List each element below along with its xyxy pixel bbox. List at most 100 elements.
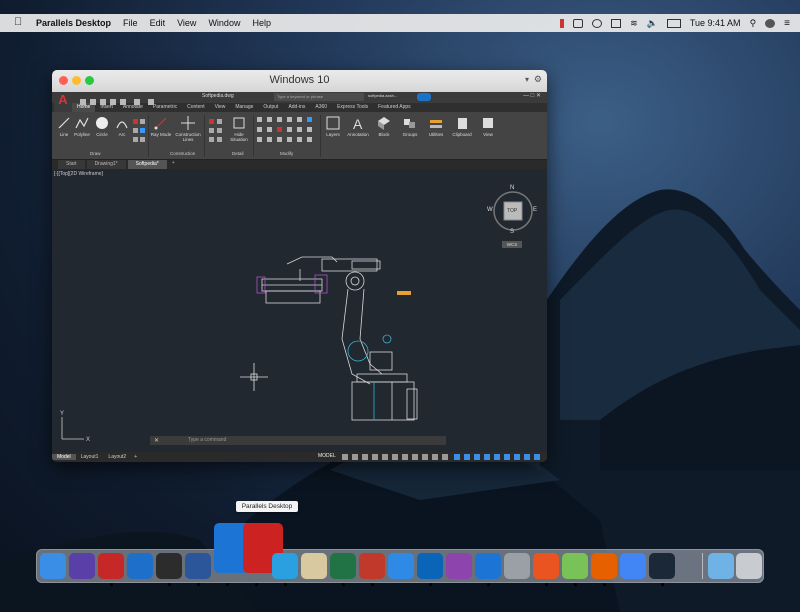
dock-running-indicator — [110, 583, 113, 586]
modify-tools-icon[interactable] — [256, 116, 318, 148]
trash-icon[interactable] — [736, 553, 762, 579]
hide-situation-button[interactable]: Hide Situation — [226, 116, 252, 142]
steam-icon[interactable] — [649, 553, 675, 579]
ribbon-tab-output[interactable]: Output — [258, 103, 283, 112]
app-name-menu[interactable]: Parallels Desktop — [36, 18, 111, 28]
outlook-icon[interactable] — [417, 553, 443, 579]
layers-button[interactable]: Layers — [321, 116, 345, 137]
layout-tab-layout1[interactable]: Layout1 — [76, 454, 104, 460]
construction-panel-label[interactable]: Construction — [170, 151, 195, 156]
finder-icon[interactable] — [40, 553, 66, 579]
viewcube-north[interactable]: N — [510, 185, 514, 191]
safari-icon[interactable] — [388, 553, 414, 579]
menubar-clock[interactable]: Tue 9:41 AM — [690, 18, 741, 28]
menu-file[interactable]: File — [123, 18, 138, 28]
drawing-viewport[interactable]: [-][Top][2D Wireframe] Y X TOP N S E W W… — [52, 169, 547, 452]
wcs-dropdown[interactable]: WCS — [502, 241, 522, 248]
folder-icon[interactable] — [708, 553, 734, 579]
command-line-input[interactable]: Type a command — [150, 436, 446, 445]
arc-tool-button[interactable]: Arc — [112, 116, 132, 137]
draw-panel-label[interactable]: Draw — [90, 151, 101, 156]
file-tab-softpedia[interactable]: Softpedia* — [127, 160, 167, 169]
file-tab-drawing1[interactable]: Drawing1* — [86, 160, 126, 169]
construction-lines-icon — [181, 116, 195, 130]
airplay-icon[interactable] — [611, 18, 622, 28]
detail-panel-label[interactable]: Detail — [232, 151, 244, 156]
sketchup-icon[interactable] — [359, 553, 385, 579]
quick-access-toolbar[interactable] — [78, 93, 178, 105]
menu-view[interactable]: View — [177, 18, 196, 28]
menu-edit[interactable]: Edit — [150, 18, 166, 28]
utilities-label: Utilities — [428, 132, 444, 137]
viewcube-south[interactable]: S — [510, 229, 514, 235]
view-button[interactable]: View — [476, 116, 500, 137]
modify-panel-label[interactable]: Modify — [280, 151, 293, 156]
window-dropdown-icon[interactable]: ▾ — [525, 75, 529, 84]
add-layout-plus-icon[interactable]: + — [131, 454, 140, 460]
clipboard-button[interactable]: Clipboard — [450, 116, 474, 137]
autocad-icon[interactable] — [98, 553, 124, 579]
battery-icon[interactable] — [666, 18, 681, 28]
photos-icon[interactable] — [446, 553, 472, 579]
annotation-button[interactable]: A Annotation — [346, 116, 370, 137]
ray-mode-button[interactable]: Ray Mode — [149, 116, 173, 137]
a360-icon[interactable] — [417, 93, 431, 101]
siri-icon[interactable] — [69, 553, 95, 579]
window-controls-icon[interactable]: — □ ✕ — [523, 92, 541, 99]
user-icon[interactable] — [765, 18, 776, 28]
viewcube[interactable]: TOP N S E W WCS — [487, 185, 538, 251]
menu-window[interactable]: Window — [208, 18, 240, 28]
detail-tools-icon[interactable] — [208, 118, 224, 146]
ribbon-tab-a360[interactable]: A360 — [310, 103, 332, 112]
volume-icon[interactable]: 🔈 — [647, 18, 658, 29]
notification-center-icon[interactable]: ≡ — [784, 18, 790, 29]
window-settings-gear-icon[interactable]: ⚙ — [534, 74, 542, 85]
autocad-user-account[interactable]: softpedia.acsh... — [368, 93, 397, 98]
line-tool-button[interactable]: Line — [54, 116, 74, 137]
status-model-toggle[interactable]: MODEL — [318, 453, 336, 459]
excel-icon[interactable] — [330, 553, 356, 579]
ie-icon[interactable] — [127, 553, 153, 579]
android-icon[interactable] — [562, 553, 588, 579]
viewcube-top[interactable]: TOP — [507, 208, 517, 214]
menu-help[interactable]: Help — [252, 18, 271, 28]
ribbon-tab-express-tools[interactable]: Express Tools — [332, 103, 373, 112]
command-close-icon[interactable]: ✕ — [154, 437, 159, 444]
draw-small-tools-icon[interactable] — [132, 118, 146, 148]
ribbon-tab-view[interactable]: View — [210, 103, 231, 112]
apple-icon[interactable] — [504, 553, 530, 579]
inkscape-icon[interactable] — [156, 553, 182, 579]
new-tab-plus-icon[interactable]: + — [169, 160, 178, 169]
chrome-icon[interactable] — [620, 553, 646, 579]
word-icon[interactable] — [185, 553, 211, 579]
autocad-search-input[interactable]: Type a keyword or phrase — [274, 93, 364, 101]
circle-tool-button[interactable]: Circle — [92, 116, 112, 137]
ribbon-tab-addins[interactable]: Add-ins — [283, 103, 310, 112]
apple-menu-icon[interactable]:  — [14, 16, 22, 28]
parallels-status-icon[interactable] — [560, 18, 565, 28]
ribbon-tab-featured-apps[interactable]: Featured Apps — [373, 103, 416, 112]
file-tab-start[interactable]: Start — [58, 160, 85, 169]
preview-icon[interactable] — [301, 553, 327, 579]
utilities-button[interactable]: Utilities — [424, 116, 448, 137]
status-toggles-icon[interactable] — [342, 454, 542, 461]
viewcube-east[interactable]: E — [533, 207, 537, 213]
windows-start-icon[interactable] — [475, 553, 501, 579]
screenshot-icon[interactable] — [573, 18, 584, 28]
ribbon-tab-manage[interactable]: Manage — [230, 103, 258, 112]
layout-tab-model[interactable]: Model — [52, 454, 76, 460]
polyline-tool-button[interactable]: Polyline — [72, 116, 92, 137]
ubuntu-icon[interactable] — [533, 553, 559, 579]
firefox-icon[interactable] — [591, 553, 617, 579]
sync-icon[interactable] — [592, 18, 603, 28]
wifi-icon[interactable]: ≋ — [630, 18, 638, 29]
viewcube-west[interactable]: W — [487, 207, 493, 213]
spotlight-search-icon[interactable]: ⚲ — [750, 18, 757, 29]
block-button[interactable]: Block — [372, 116, 396, 137]
layout-tab-layout2[interactable]: Layout2 — [103, 454, 131, 460]
groups-button[interactable]: Groups — [398, 116, 422, 137]
construction-lines-button[interactable]: Construction Lines — [174, 116, 202, 142]
ribbon-tab-content[interactable]: Content — [182, 103, 210, 112]
internet-explorer-icon[interactable] — [272, 553, 298, 579]
annotation-text-icon: A — [353, 116, 363, 130]
